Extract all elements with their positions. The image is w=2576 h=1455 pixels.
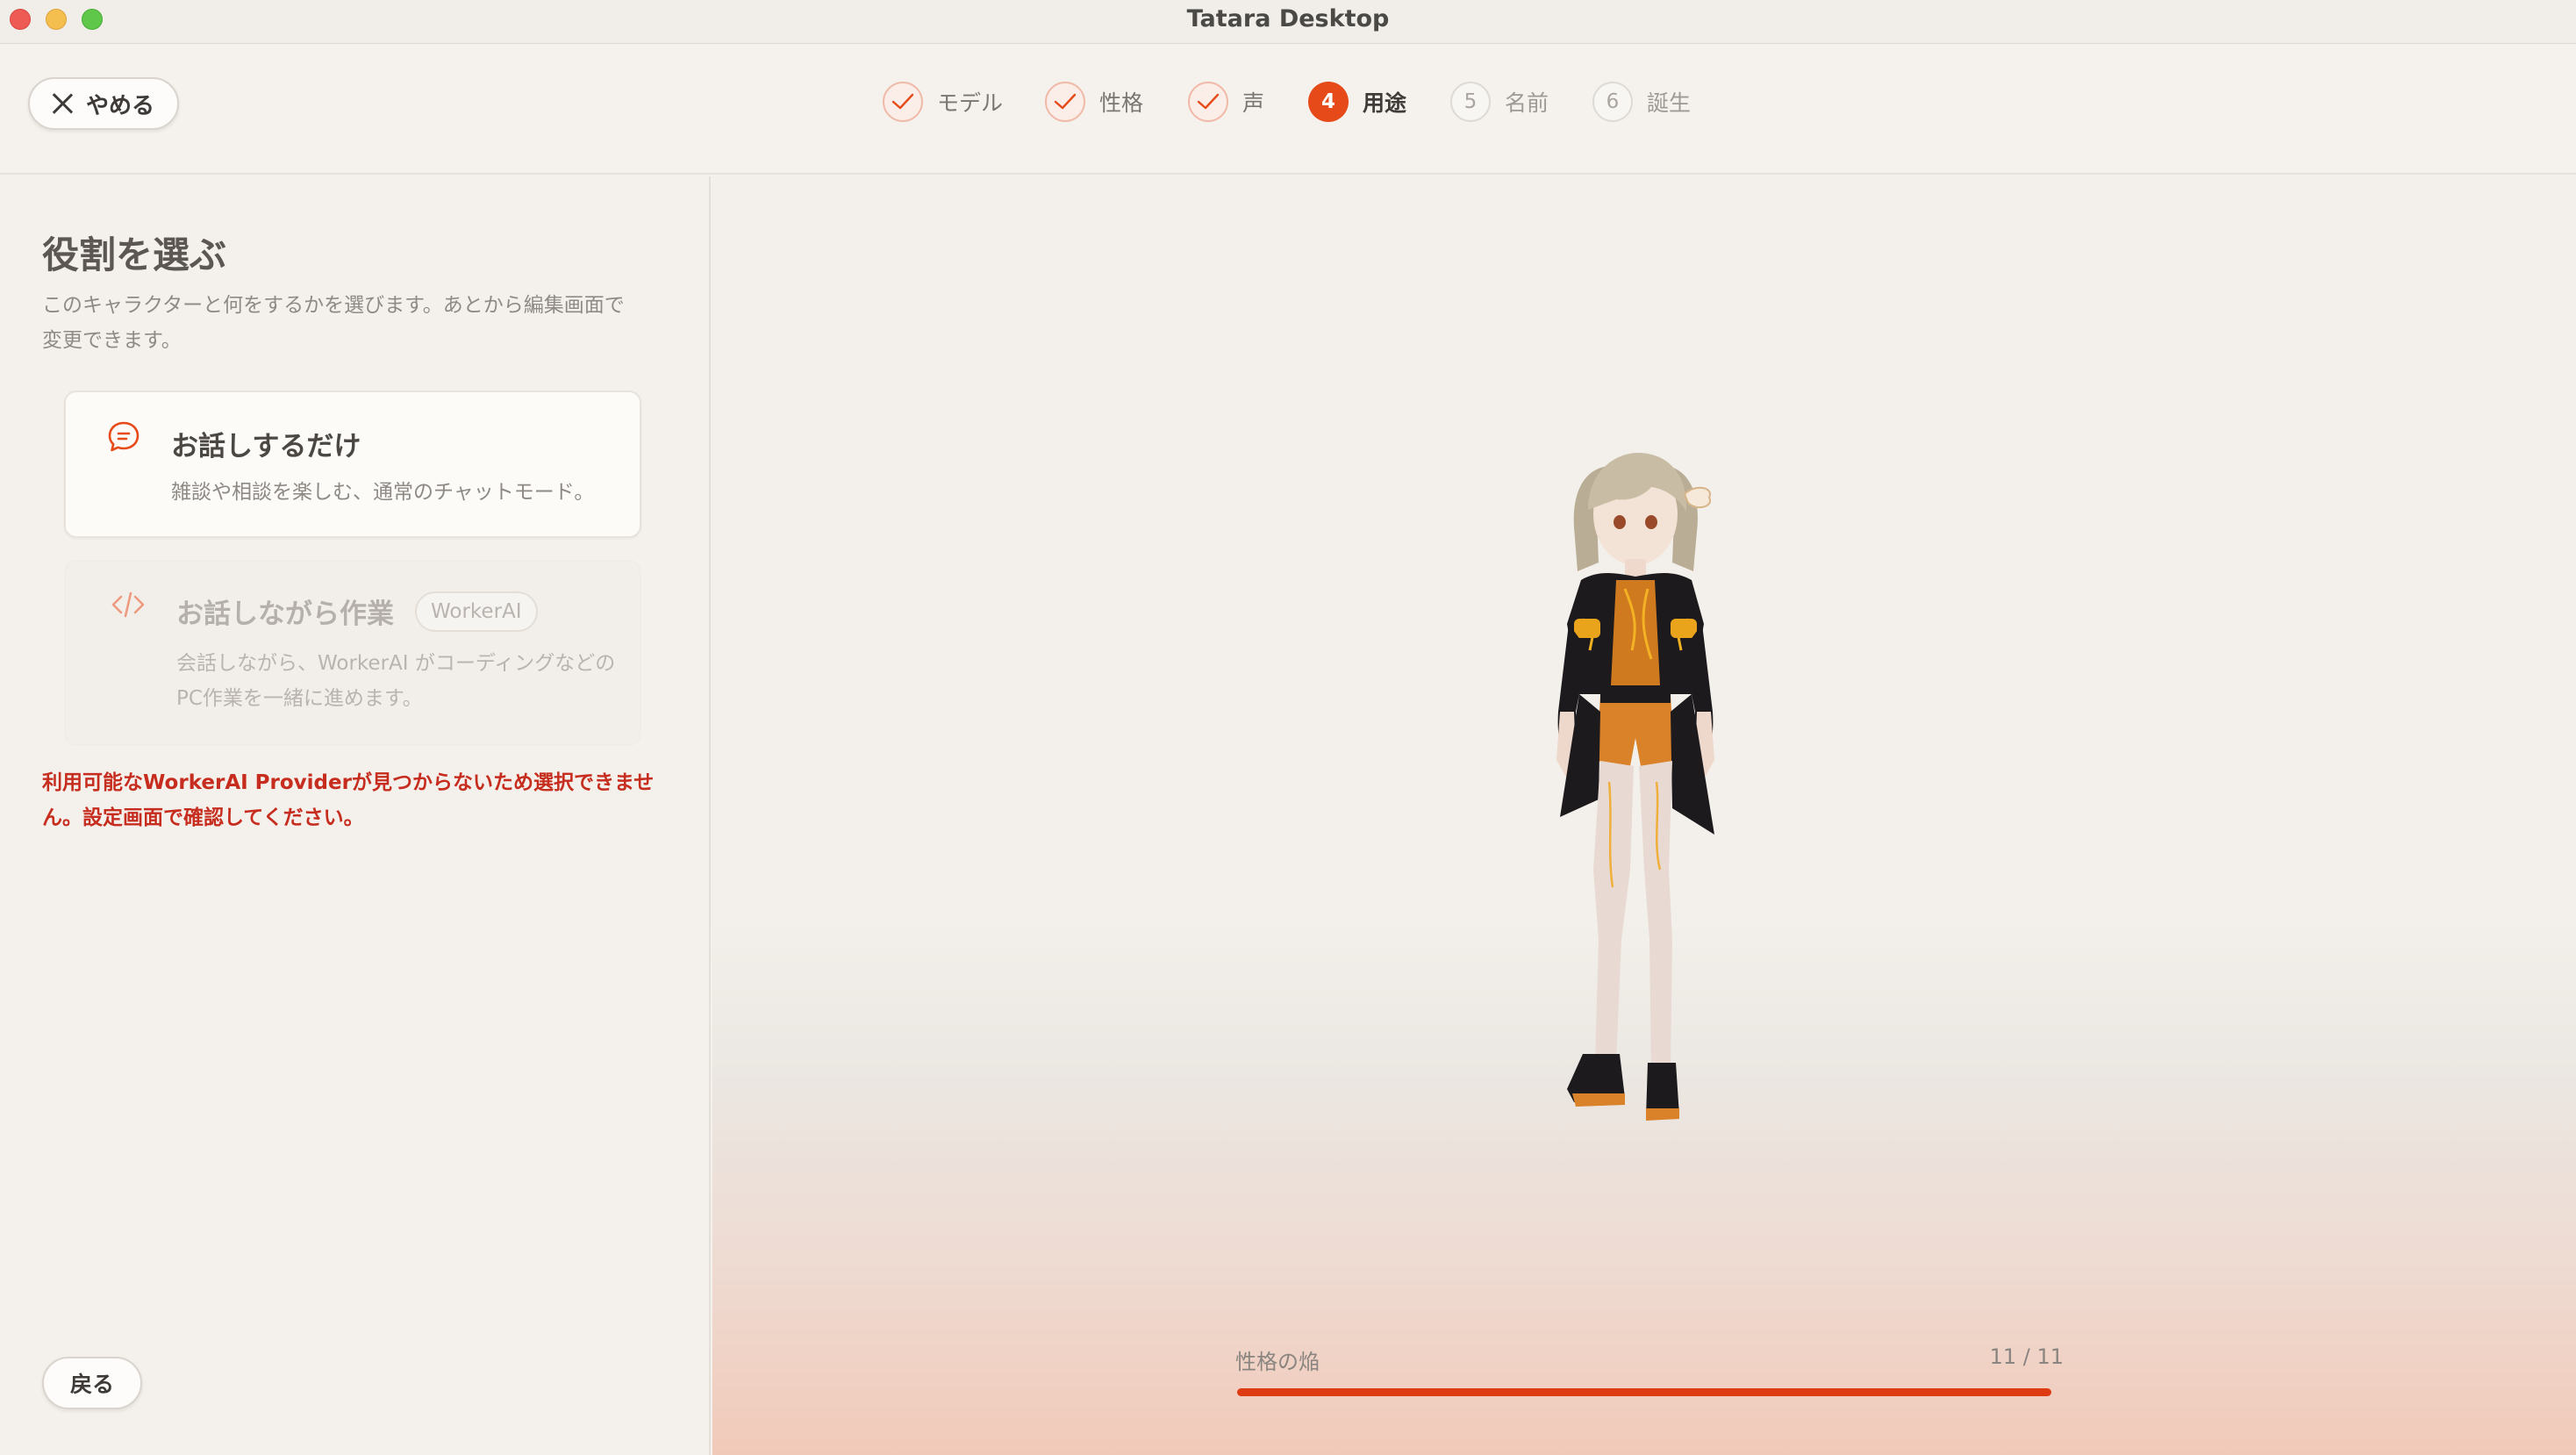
progress-count: 11 / 11 [1989,1344,2064,1369]
option-description: 雑談や相談を楽しむ、通常のチャットモード。 [171,481,595,504]
wizard-header: やめる モデル 性格 声 4 用途 5 名前 6 誕生 [0,45,2576,175]
role-panel: 役割を選ぶ このキャラクターと何をするかを選びます。あとから編集画面で変更できま… [0,176,711,1455]
step-number: 5 [1450,82,1491,122]
step-label: 誕生 [1647,90,1692,116]
step-label: 名前 [1505,90,1549,116]
step-personality[interactable]: 性格 [1045,82,1143,122]
back-button[interactable]: 戻る [42,1357,142,1409]
progress-bar [1237,1388,2051,1396]
step-number: 6 [1592,82,1633,122]
check-icon [1045,82,1085,122]
window-title: Tatara Desktop [1186,5,1390,32]
character-model-image [1556,453,1714,1121]
step-model[interactable]: モデル [883,82,1003,122]
step-label: 性格 [1099,90,1144,116]
character-preview[interactable]: 性格の焔 11 / 11 [712,176,2576,1455]
step-label: モデル [937,90,1004,116]
error-message: 利用可能なWorkerAI Providerが見つからないため選択できません。設… [42,771,655,829]
page-title: 役割を選ぶ [42,233,227,276]
option-chat-only[interactable]: お話しするだけ 雑談や相談を楽しむ、通常のチャットモード。 [64,391,641,538]
code-icon [110,586,147,623]
progress-bar-fill [1237,1388,2051,1396]
progress-label: 性格の焔 [1235,1350,1320,1374]
step-number: 4 [1308,82,1349,122]
step-purpose[interactable]: 4 用途 [1308,82,1406,122]
page-description: このキャラクターと何をするかを選びます。あとから編集画面で変更できます。 [42,294,625,352]
step-label: 声 [1242,90,1265,116]
option-work-with-workerai: お話しながら作業 WorkerAI 会話しながら、WorkerAI がコーディン… [64,560,641,746]
option-title: お話しながら作業 [176,598,394,630]
step-birth[interactable]: 6 誕生 [1592,82,1691,122]
wizard-stepper: モデル 性格 声 4 用途 5 名前 6 誕生 [0,82,2576,125]
workerai-badge: WorkerAI [415,591,538,632]
step-label: 用途 [1363,90,1407,116]
check-icon [1188,82,1228,122]
option-description: 会話しながら、WorkerAI がコーディングなどのPC作業を一緒に進めます。 [176,652,616,710]
check-icon [883,82,923,122]
option-title: お話しするだけ [171,431,361,462]
step-voice[interactable]: 声 [1188,82,1264,122]
window-titlebar: Tatara Desktop [0,0,2576,44]
chat-bubble-icon [105,419,142,455]
step-name[interactable]: 5 名前 [1450,82,1549,122]
